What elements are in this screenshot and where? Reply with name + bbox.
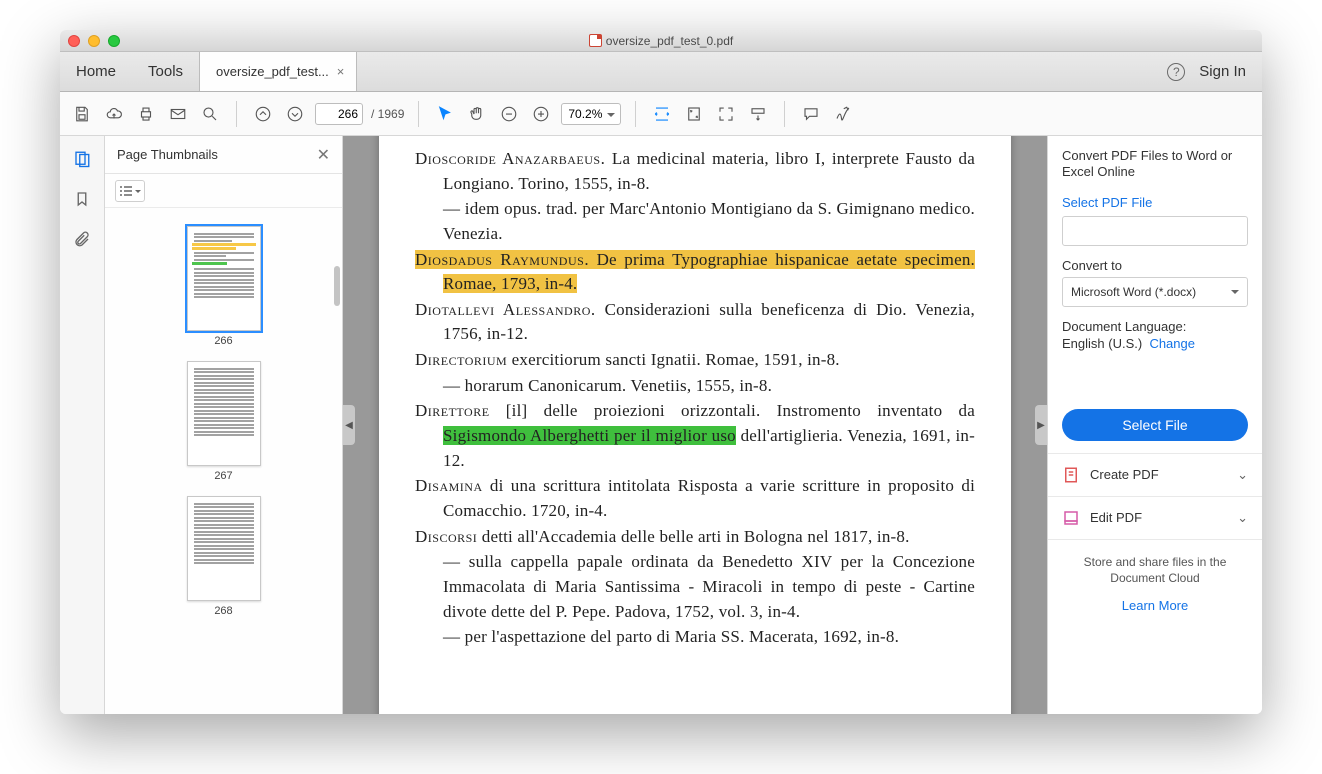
thumbnails-title: Page Thumbnails [117, 147, 218, 162]
zoom-select[interactable]: 70.2% [561, 103, 621, 125]
search-icon[interactable] [198, 102, 222, 126]
thumbnail-267[interactable] [187, 361, 261, 466]
right-panel: Convert PDF Files to Word or Excel Onlin… [1047, 136, 1262, 714]
chevron-down-icon: ⌄ [1237, 510, 1248, 526]
app-tabs: Home Tools oversize_pdf_test... × ? Sign… [60, 52, 1262, 92]
pdf-file-input[interactable] [1062, 216, 1248, 246]
fit-page-icon[interactable] [682, 102, 706, 126]
convert-format-value: Microsoft Word (*.docx) [1071, 285, 1196, 299]
page-number-input[interactable] [315, 103, 363, 125]
collapse-right-icon[interactable]: ▶ [1035, 405, 1047, 445]
left-rail [60, 136, 105, 714]
create-pdf-label: Create PDF [1090, 467, 1159, 482]
sign-icon[interactable] [831, 102, 855, 126]
create-pdf-icon [1062, 466, 1080, 484]
collapse-left-icon[interactable]: ◀ [343, 405, 355, 445]
print-icon[interactable] [134, 102, 158, 126]
fullscreen-icon[interactable] [714, 102, 738, 126]
edit-pdf-accordion[interactable]: Edit PDF ⌄ [1048, 497, 1262, 540]
thumbnail-options-button[interactable] [115, 180, 145, 202]
page-content[interactable]: Dioscoride Anazarbaeus. La medicinal mat… [379, 136, 1011, 714]
zoom-in-icon[interactable] [529, 102, 553, 126]
tab-home[interactable]: Home [60, 52, 132, 91]
edit-pdf-icon [1062, 509, 1080, 527]
thumbnail-268[interactable] [187, 496, 261, 601]
zoom-value: 70.2% [568, 107, 602, 121]
sign-in-button[interactable]: Sign In [1199, 63, 1246, 80]
thumbnail-266[interactable] [187, 226, 261, 331]
thumbnail-label: 267 [214, 470, 232, 482]
chevron-down-icon: ⌄ [1237, 467, 1248, 483]
attachment-rail-icon[interactable] [71, 228, 93, 250]
read-mode-icon[interactable] [746, 102, 770, 126]
tab-file-label: oversize_pdf_test... [216, 64, 329, 79]
help-icon[interactable]: ? [1167, 63, 1185, 81]
edit-pdf-label: Edit PDF [1090, 510, 1142, 525]
thumbnails-close-icon[interactable]: ✕ [317, 145, 330, 165]
page-total: / 1969 [371, 107, 404, 121]
select-pdf-link[interactable]: Select PDF File [1062, 195, 1152, 210]
tab-file[interactable]: oversize_pdf_test... × [199, 52, 357, 91]
change-lang-link[interactable]: Change [1149, 336, 1195, 351]
create-pdf-accordion[interactable]: Create PDF ⌄ [1048, 454, 1262, 497]
thumbnail-scrollbar[interactable] [334, 266, 340, 306]
bookmark-rail-icon[interactable] [71, 188, 93, 210]
hand-tool-icon[interactable] [465, 102, 489, 126]
thumbnails-panel: Page Thumbnails ✕ 26 [105, 136, 343, 714]
convert-format-select[interactable]: Microsoft Word (*.docx) [1062, 277, 1248, 307]
titlebar: oversize_pdf_test_0.pdf [60, 30, 1262, 52]
convert-to-label: Convert to [1062, 258, 1248, 273]
select-file-button[interactable]: Select File [1062, 409, 1248, 441]
page-down-icon[interactable] [283, 102, 307, 126]
pointer-tool-icon[interactable] [433, 102, 457, 126]
save-icon[interactable] [70, 102, 94, 126]
thumbnail-label: 266 [214, 335, 232, 347]
document-area[interactable]: ◀ ▶ Dioscoride Anazarbaeus. La medicinal… [343, 136, 1047, 714]
thumbnails-rail-icon[interactable] [71, 148, 93, 170]
tab-close-icon[interactable]: × [337, 64, 345, 79]
cloud-message: Store and share files in the Document Cl… [1062, 554, 1248, 588]
comment-icon[interactable] [799, 102, 823, 126]
maximize-window-button[interactable] [108, 35, 120, 47]
window-title-text: oversize_pdf_test_0.pdf [606, 34, 733, 48]
fit-width-icon[interactable] [650, 102, 674, 126]
window-title: oversize_pdf_test_0.pdf [60, 34, 1262, 48]
zoom-out-icon[interactable] [497, 102, 521, 126]
page-up-icon[interactable] [251, 102, 275, 126]
list-icon [120, 186, 132, 196]
learn-more-link[interactable]: Learn More [1122, 598, 1188, 613]
tab-tools[interactable]: Tools [132, 52, 199, 91]
doc-lang-label: Document Language: [1062, 319, 1248, 334]
close-window-button[interactable] [68, 35, 80, 47]
pdf-file-icon [589, 34, 602, 47]
toolbar: / 1969 70.2% [60, 92, 1262, 136]
thumbnail-label: 268 [214, 605, 232, 617]
minimize-window-button[interactable] [88, 35, 100, 47]
mail-icon[interactable] [166, 102, 190, 126]
cloud-upload-icon[interactable] [102, 102, 126, 126]
doc-lang-value: English (U.S.) [1062, 336, 1142, 351]
convert-title: Convert PDF Files to Word or Excel Onlin… [1062, 148, 1248, 181]
